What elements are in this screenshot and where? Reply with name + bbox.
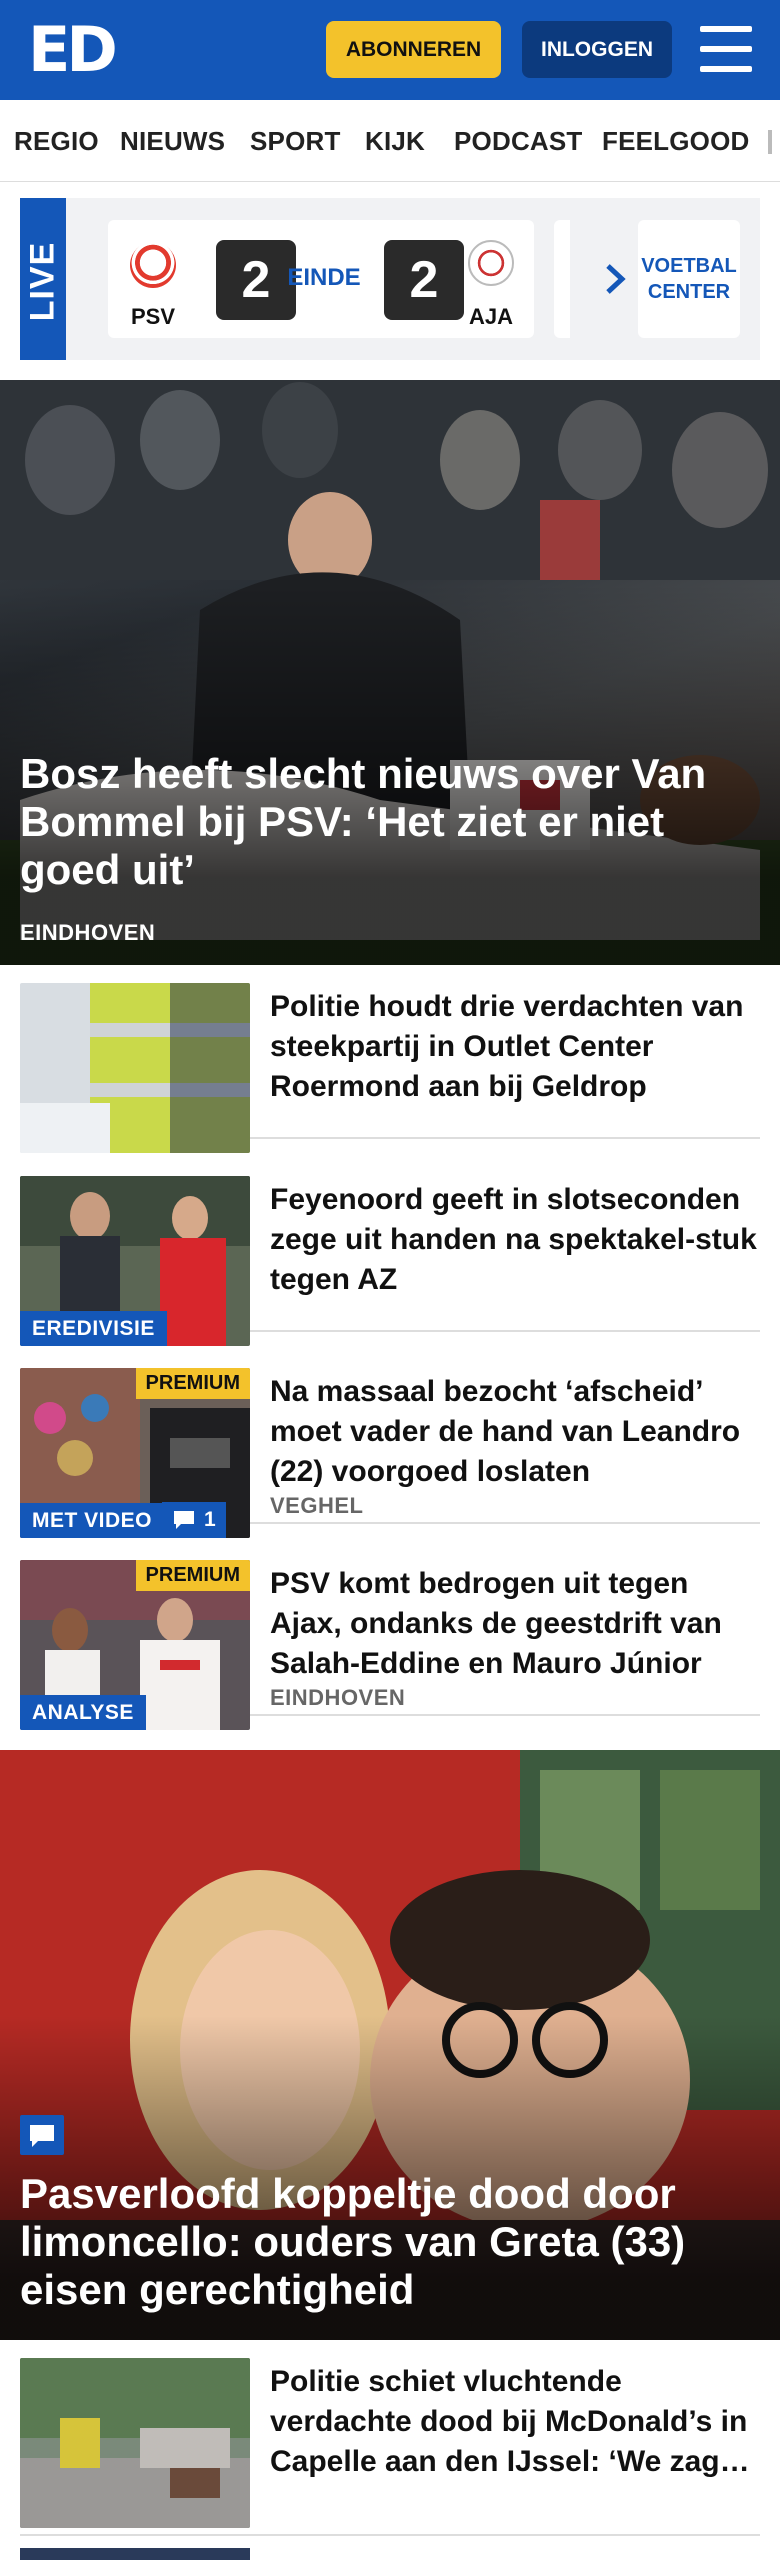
nav-item-podcast[interactable]: PODCAST: [454, 126, 583, 157]
article-thumbnail: EREDIVISIE: [20, 1176, 250, 1346]
article-item[interactable]: Politie schiet vluchtende verdachte dood…: [20, 2340, 760, 2536]
nav-overflow-indicator: [768, 130, 772, 154]
article-title[interactable]: Feyenoord geeft in slotseconden zege uit…: [270, 1180, 760, 1300]
feature-title[interactable]: Pasverloofd koppeltje dood door limoncel…: [20, 2170, 760, 2314]
article-category-tag: EREDIVISIE: [20, 1311, 167, 1346]
match-score-card[interactable]: PSV 2 EINDE 2 AJA: [108, 220, 534, 338]
voetbal-center-link[interactable]: VOETBAL CENTER: [638, 220, 740, 338]
article-thumbnail: PREMIUM MET VIDEO 1: [20, 1368, 250, 1538]
article-thumbnail: [20, 2548, 250, 2560]
nav-item-feelgood[interactable]: FEELGOOD: [602, 126, 750, 157]
article-location: EINDHOVEN: [270, 1685, 406, 1710]
site-logo[interactable]: ED: [28, 19, 118, 81]
nav-item-regio[interactable]: REGIO: [14, 126, 99, 157]
article-location: VEGHEL: [270, 1493, 364, 1518]
article-title[interactable]: Politie houdt drie verdachten van steekp…: [270, 987, 760, 1107]
site-header: ED ABONNEREN INLOGGEN: [0, 0, 780, 100]
nav-item-nieuws[interactable]: NIEUWS: [120, 126, 225, 157]
nav-item-sport[interactable]: SPORT: [250, 126, 341, 157]
live-scores-bar: LIVE PSV 2 EINDE 2 AJA VOETBAL CENTER: [20, 198, 760, 360]
hamburger-menu-icon[interactable]: [700, 26, 752, 72]
voetbal-center-line1: VOETBAL: [641, 255, 737, 277]
premium-badge: PREMIUM: [135, 1368, 250, 1399]
feature-article[interactable]: Pasverloofd koppeltje dood door limoncel…: [0, 1750, 780, 2340]
article-category-tag: ANALYSE: [20, 1695, 146, 1730]
article-item[interactable]: Politie houdt drie verdachten van steekp…: [20, 965, 760, 1153]
away-team-name: AJA: [468, 304, 513, 329]
article-thumbnail: [20, 983, 250, 1153]
login-button[interactable]: INLOGGEN: [522, 21, 672, 78]
chevron-right-icon[interactable]: [594, 258, 636, 300]
match-status: EINDE: [287, 264, 361, 291]
article-title[interactable]: PSV komt bedrogen uit tegen Ajax, ondank…: [270, 1564, 760, 1684]
article-category-tag: MET VIDEO: [20, 1503, 165, 1538]
psv-logo-icon: [130, 242, 176, 288]
voetbal-center-line2: CENTER: [647, 281, 731, 303]
hero-title[interactable]: Bosz heeft slecht nieuws over Van Bommel…: [20, 750, 760, 894]
comment-count: 1: [204, 1508, 216, 1531]
article-title[interactable]: Na massaal bezocht ‘afscheid’ moet vader…: [270, 1372, 760, 1492]
hero-location: EINDHOVEN: [20, 920, 156, 945]
comment-icon: [174, 1511, 194, 1529]
article-thumbnail: [20, 2358, 250, 2528]
premium-badge: PREMIUM: [135, 1560, 250, 1591]
home-team-name: PSV: [130, 304, 176, 329]
article-thumbnail: PREMIUM ANALYSE: [20, 1560, 250, 1730]
live-label: LIVE: [20, 198, 66, 360]
section-nav: REGIO NIEUWS SPORT KIJK PODCAST FEELGOOD: [0, 100, 780, 182]
article-item[interactable]: PREMIUM MET VIDEO 1 Na massaal bezocht ‘…: [20, 1350, 760, 1538]
article-item[interactable]: PREMIUM ANALYSE PSV komt bedrogen uit te…: [20, 1542, 760, 1730]
nav-item-kijk[interactable]: KIJK: [365, 126, 425, 157]
comment-icon[interactable]: [20, 2115, 64, 2155]
ajax-logo-icon: [468, 240, 514, 286]
next-match-card[interactable]: [554, 220, 570, 338]
hero-article[interactable]: Bosz heeft slecht nieuws over Van Bommel…: [0, 380, 780, 965]
subscribe-button[interactable]: ABONNEREN: [326, 21, 501, 78]
article-item[interactable]: EREDIVISIE Feyenoord geeft in slotsecond…: [20, 1158, 760, 1346]
away-score: 2: [384, 240, 464, 320]
article-title[interactable]: Politie schiet vluchtende verdachte dood…: [270, 2362, 760, 2482]
comment-count-badge[interactable]: 1: [162, 1502, 226, 1538]
